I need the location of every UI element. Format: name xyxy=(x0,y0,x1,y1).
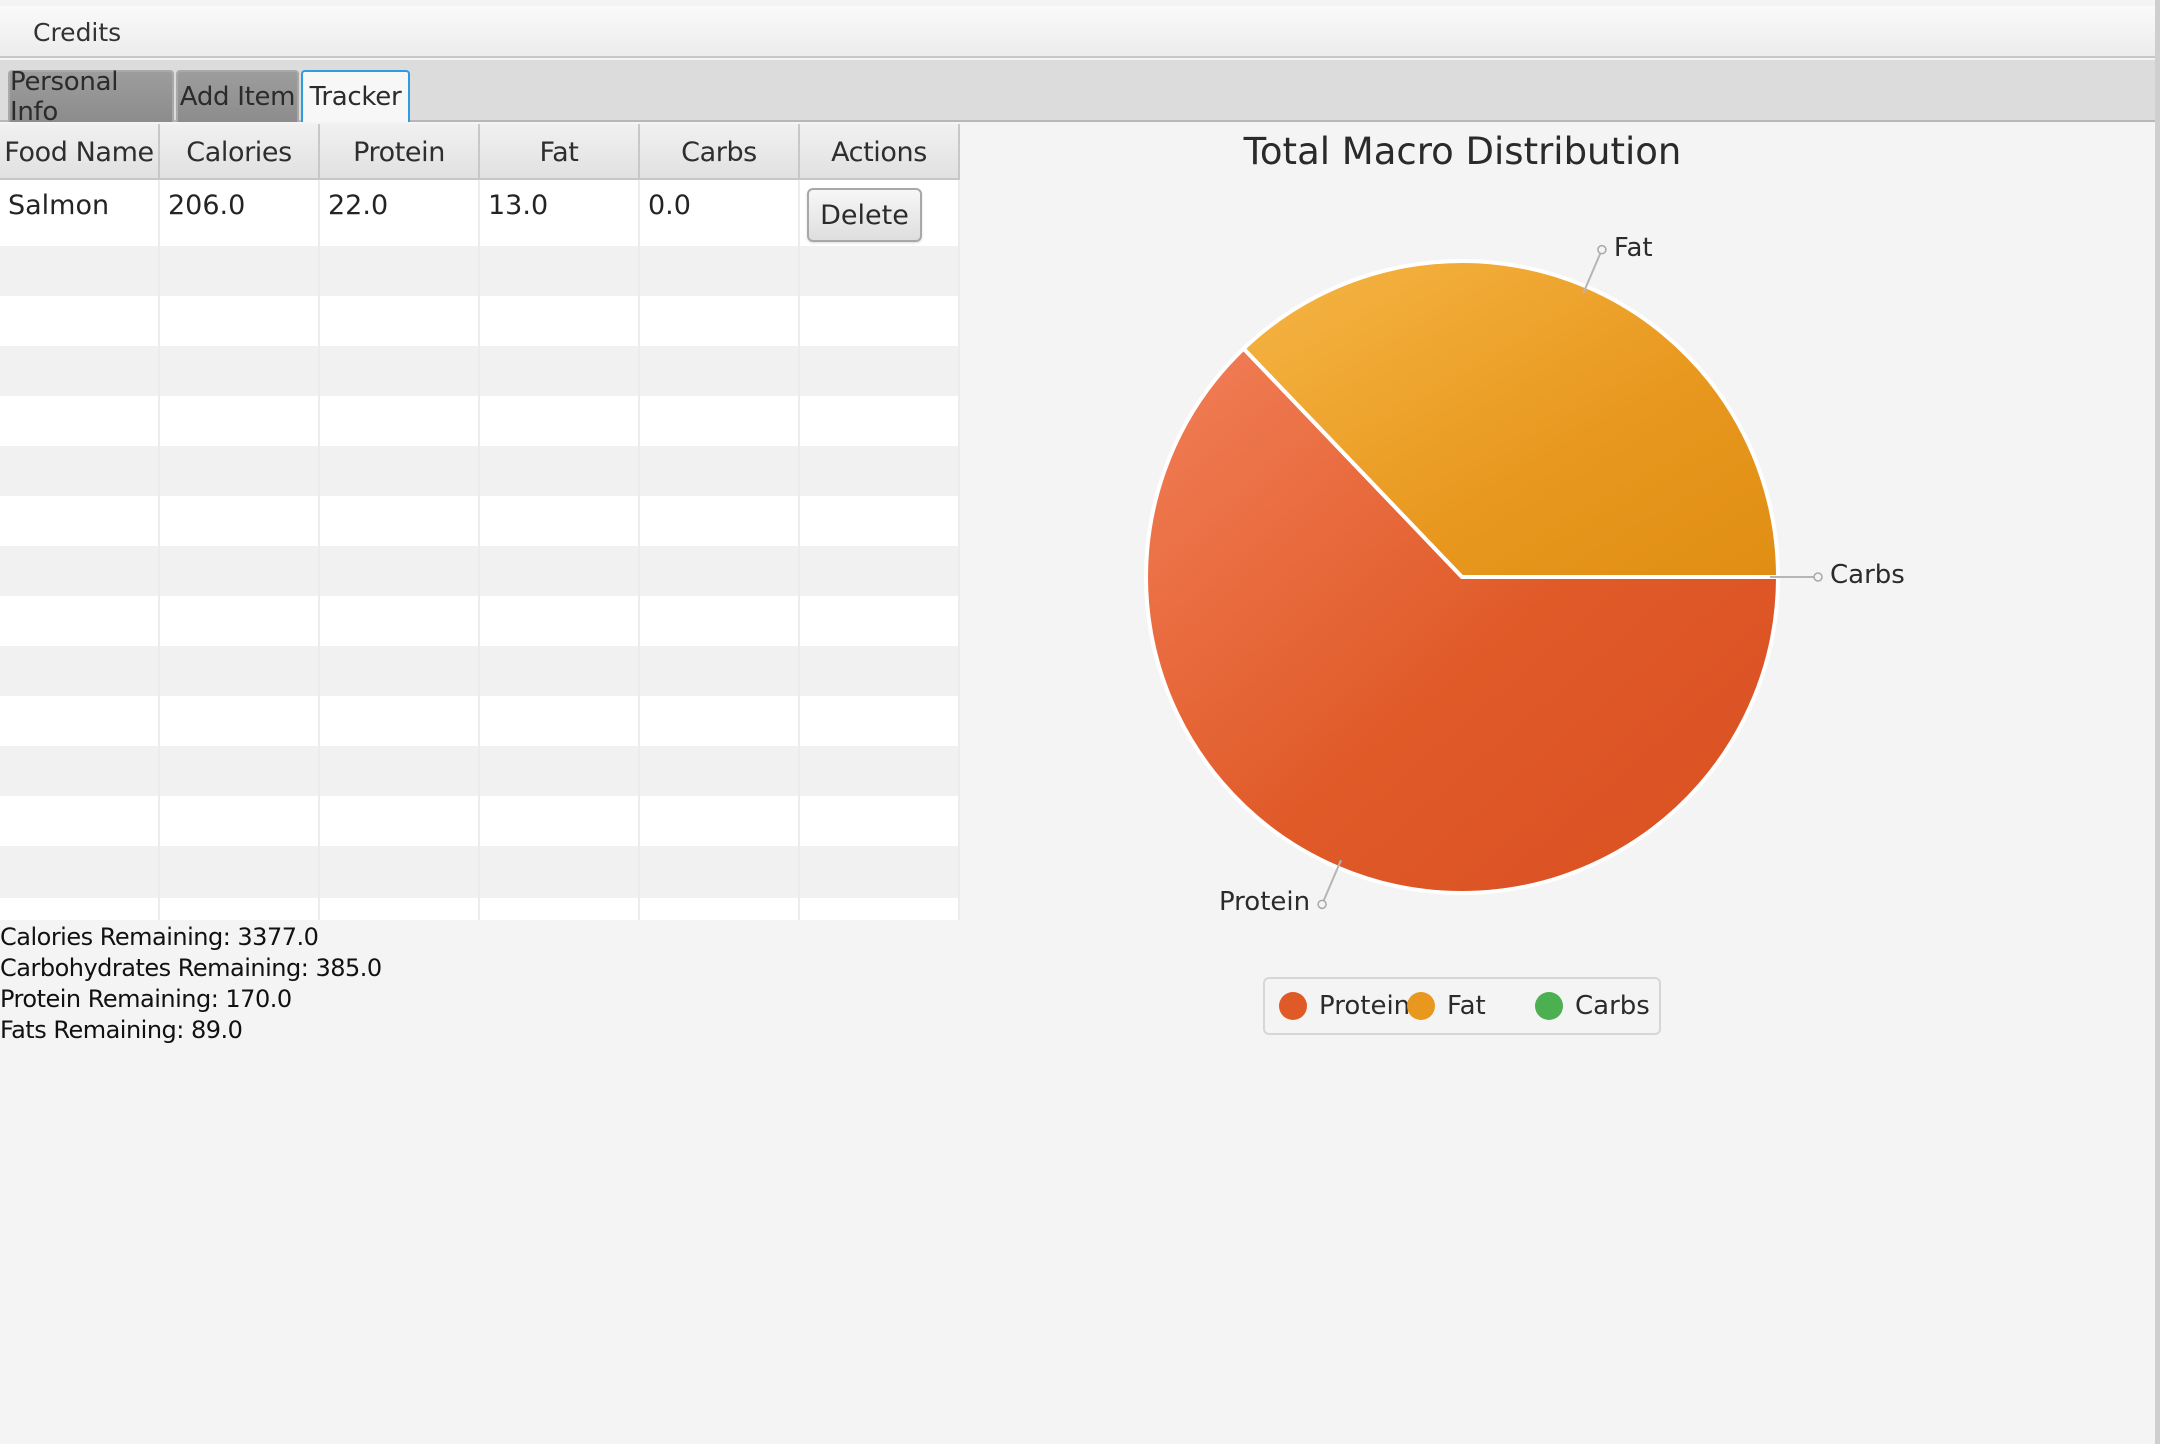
legend-label-protein: Protein xyxy=(1319,991,1411,1021)
leader-dot-fat xyxy=(1597,244,1607,255)
legend-item-fat: Fat xyxy=(1407,979,1486,1033)
window-edge xyxy=(2155,0,2160,1444)
legend-item-carbs: Carbs xyxy=(1535,979,1650,1033)
pie-label-carbs: Carbs xyxy=(1830,560,1905,590)
leader-dot-carbs xyxy=(1813,572,1823,582)
pie-chart xyxy=(1144,244,1823,910)
pie-label-fat: Fat xyxy=(1613,232,1653,263)
legend-label-fat: Fat xyxy=(1447,991,1486,1021)
pie-slices xyxy=(1144,259,1780,895)
legend-swatch-protein xyxy=(1279,992,1307,1020)
legend-swatch-carbs xyxy=(1535,992,1563,1020)
legend-item-protein: Protein xyxy=(1279,979,1410,1033)
leader-dot-protein xyxy=(1317,899,1327,910)
legend-swatch-fat xyxy=(1407,992,1435,1020)
legend-label-carbs: Carbs xyxy=(1575,991,1650,1021)
pie-label-protein: Protein xyxy=(1218,887,1311,918)
chart-legend: Protein Fat Carbs xyxy=(1263,977,1661,1035)
